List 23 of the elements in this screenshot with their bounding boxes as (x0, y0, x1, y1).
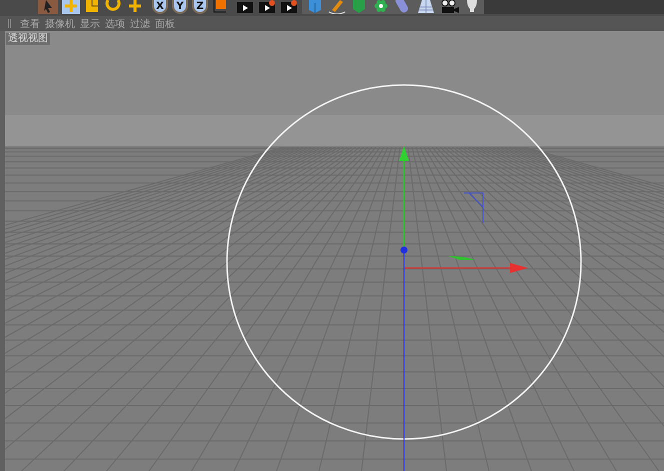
camera-icon[interactable] (440, 0, 460, 14)
plus-icon[interactable] (126, 0, 144, 14)
clapperboard-icon[interactable] (236, 0, 254, 14)
axis-lock-button[interactable]: Z (192, 0, 208, 14)
viewport-title: 透视视图 (6, 33, 50, 45)
menu-item[interactable]: 查看 (20, 16, 40, 30)
clapperboard-icon[interactable] (280, 0, 298, 14)
axis-lock-button[interactable]: X (152, 0, 168, 14)
menu-item[interactable]: 面板 (155, 16, 175, 30)
light-bulb-icon[interactable] (464, 0, 480, 14)
cursor-icon[interactable] (38, 0, 58, 14)
pen-icon[interactable] (328, 0, 346, 14)
menu-item[interactable]: 选项 (105, 16, 125, 30)
flower-icon[interactable] (372, 0, 390, 14)
plane-grid-icon[interactable] (416, 0, 436, 14)
menu-item[interactable]: 摄像机 (45, 16, 75, 30)
menu-item[interactable]: 显示 (80, 16, 100, 30)
grip-icon[interactable] (8, 19, 12, 28)
axis-lock-button[interactable]: Y (172, 0, 188, 14)
clapperboard-icon[interactable] (258, 0, 276, 14)
menu-item[interactable]: 过滤 (130, 16, 150, 30)
rotate-icon[interactable] (104, 0, 122, 14)
coordinate-icon[interactable] (212, 0, 228, 14)
